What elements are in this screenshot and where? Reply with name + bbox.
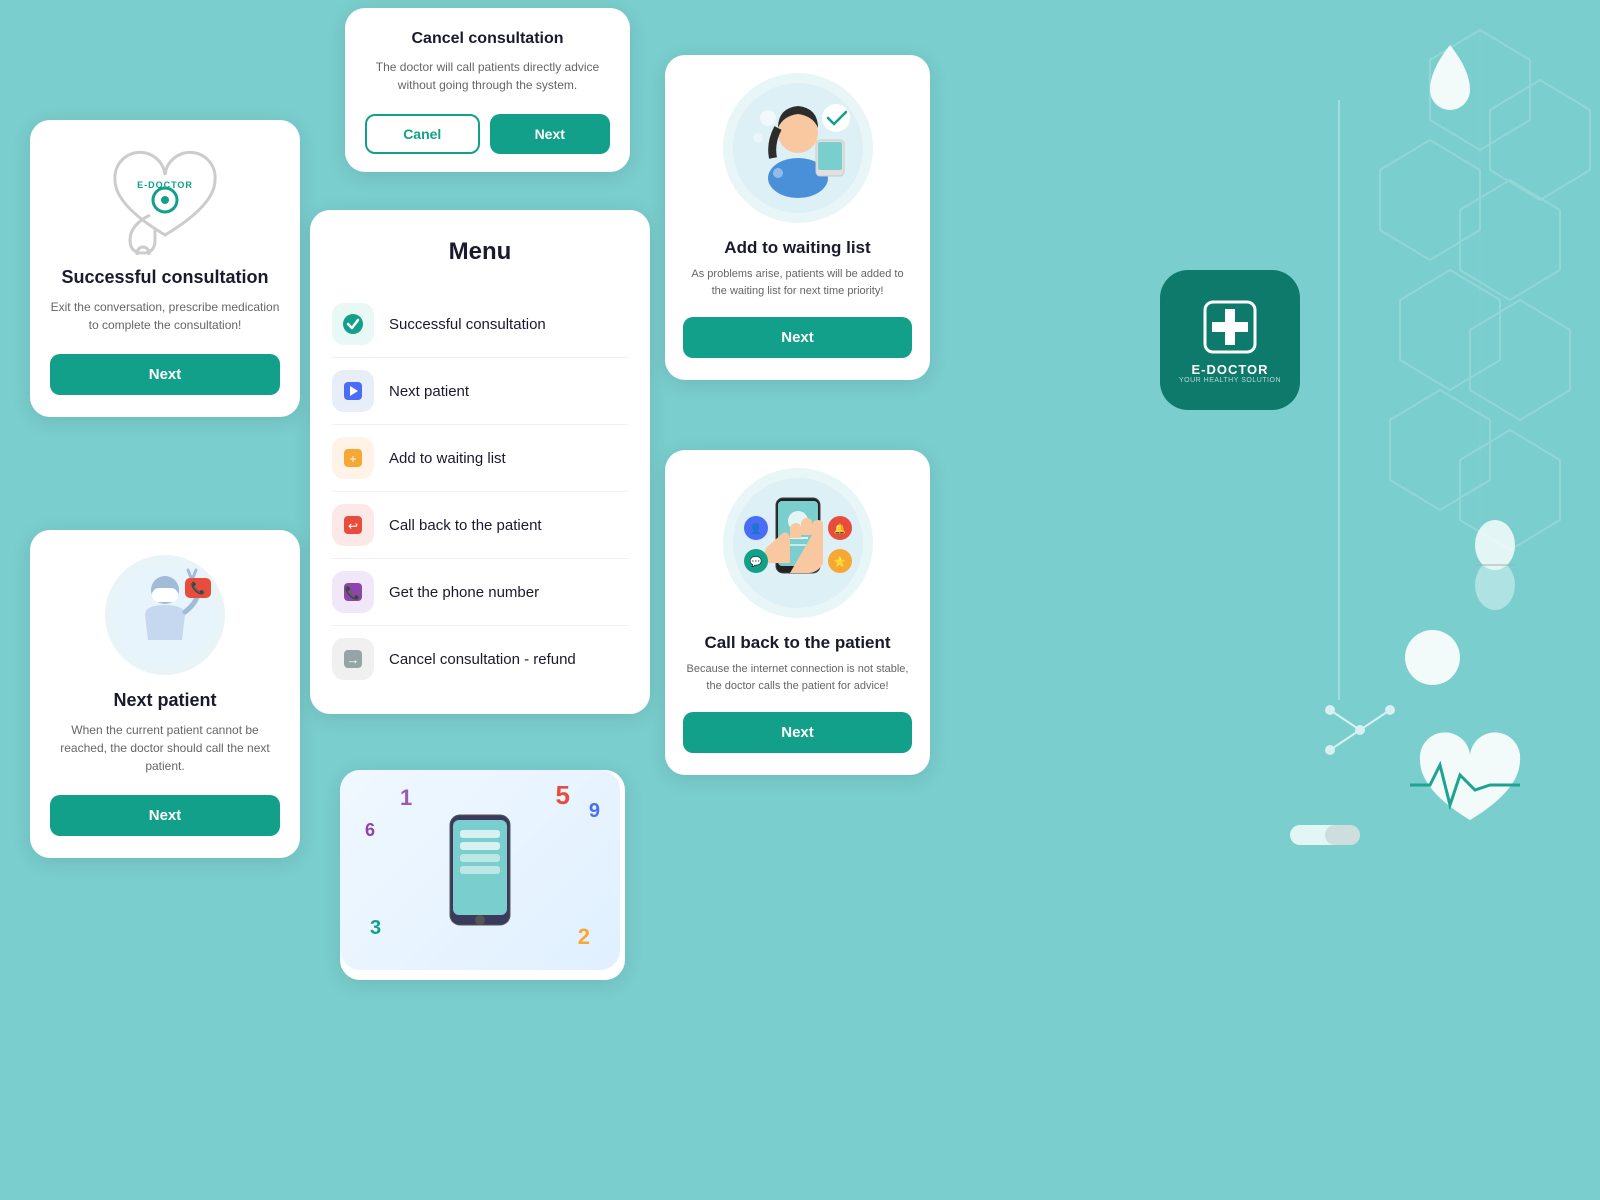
waiting-list-illustration (723, 73, 873, 223)
float-num-5: 5 (556, 780, 570, 811)
waiting-card-title: Add to waiting list (724, 238, 870, 258)
svg-text:📞: 📞 (191, 580, 206, 595)
circle-deco (1405, 630, 1460, 685)
card-cancel-consultation: Cancel consultation The doctor will call… (345, 8, 630, 172)
card-successful-consultation: E-DOCTOR Successful consultation Exit th… (30, 120, 300, 417)
svg-text:↩: ↩ (348, 519, 358, 533)
svg-text:💬: 💬 (749, 555, 762, 568)
float-num-3: 3 (370, 917, 381, 940)
menu-item-successful[interactable]: Successful consultation (332, 291, 628, 358)
float-num-1: 1 (400, 785, 412, 811)
menu-item-waiting[interactable]: + Add to waiting list (332, 425, 628, 492)
menu-item-next-patient[interactable]: Next patient (332, 358, 628, 425)
card-phone-numbers: 5 9 2 3 6 1 (340, 770, 625, 980)
brand-sub: YOUR HEALTHY SOLUTION (1179, 377, 1281, 384)
menu-icon-check (332, 303, 374, 345)
next-patient-illustration: 📞 (105, 555, 225, 675)
float-num-2: 2 (578, 924, 590, 950)
waiting-card-desc: As problems arise, patients will be adde… (683, 266, 912, 299)
success-card-desc: Exit the conversation, prescribe medicat… (50, 298, 280, 334)
cancel-next-button[interactable]: Next (490, 114, 611, 154)
card-menu: Menu Successful consultation Next patien… (310, 210, 650, 714)
menu-icon-phone: 📞 (332, 571, 374, 613)
card-add-waiting-list: Add to waiting list As problems arise, p… (665, 55, 930, 380)
menu-label-next-patient: Next patient (389, 383, 469, 400)
brand-name: E-DOCTOR (1191, 362, 1268, 377)
cancel-button[interactable]: Canel (365, 114, 480, 154)
success-card-title: Successful consultation (61, 267, 268, 288)
svg-text:👤: 👤 (749, 522, 761, 535)
edoctor-logo-card: E-DOCTOR YOUR HEALTHY SOLUTION (1160, 270, 1300, 410)
callback-card-desc: Because the internet connection is not s… (683, 661, 912, 694)
logo-text: E-DOCTOR (137, 180, 193, 190)
menu-item-phone[interactable]: 📞 Get the phone number (332, 559, 628, 626)
svg-text:📞: 📞 (345, 584, 362, 600)
svg-text:→: → (347, 652, 360, 667)
svg-text:+: + (349, 452, 356, 466)
cancel-dialog-title: Cancel consultation (365, 30, 610, 48)
menu-label-cancel-refund: Cancel consultation - refund (389, 651, 576, 668)
menu-title: Menu (332, 238, 628, 266)
cancel-dialog-desc: The doctor will call patients directly a… (365, 58, 610, 94)
card-callback-patient: 👤 🔔 💬 ⭐ Call back to the patient Because… (665, 450, 930, 775)
svg-text:⭐: ⭐ (833, 555, 845, 568)
success-next-button[interactable]: Next (50, 354, 280, 395)
vert-line-deco (1338, 100, 1340, 700)
menu-icon-callback: ↩ (332, 504, 374, 546)
menu-icon-waiting: + (332, 437, 374, 479)
menu-label-callback: Call back to the patient (389, 517, 542, 534)
menu-label-successful: Successful consultation (389, 316, 546, 333)
menu-item-cancel-refund[interactable]: → Cancel consultation - refund (332, 626, 628, 692)
next-patient-title: Next patient (113, 690, 216, 711)
menu-item-callback[interactable]: ↩ Call back to the patient (332, 492, 628, 559)
callback-next-button[interactable]: Next (683, 712, 912, 753)
callback-card-title: Call back to the patient (704, 633, 890, 653)
waiting-next-button[interactable]: Next (683, 317, 912, 358)
next-patient-desc: When the current patient cannot be reach… (50, 721, 280, 775)
svg-text:🔔: 🔔 (833, 523, 845, 535)
card-next-patient: 📞 Next patient When the current patient … (30, 530, 300, 858)
float-num-6: 6 (365, 820, 375, 841)
menu-label-phone: Get the phone number (389, 584, 539, 601)
consultation-illustration: E-DOCTOR (100, 145, 230, 255)
menu-icon-cancel: → (332, 638, 374, 680)
menu-label-waiting: Add to waiting list (389, 450, 506, 467)
next-patient-next-button[interactable]: Next (50, 795, 280, 836)
float-num-9: 9 (589, 800, 600, 823)
numbers-background: 5 9 2 3 6 1 (340, 770, 620, 970)
cancel-dialog-buttons: Canel Next (365, 114, 610, 154)
menu-icon-next (332, 370, 374, 412)
callback-illustration: 👤 🔔 💬 ⭐ (723, 468, 873, 618)
